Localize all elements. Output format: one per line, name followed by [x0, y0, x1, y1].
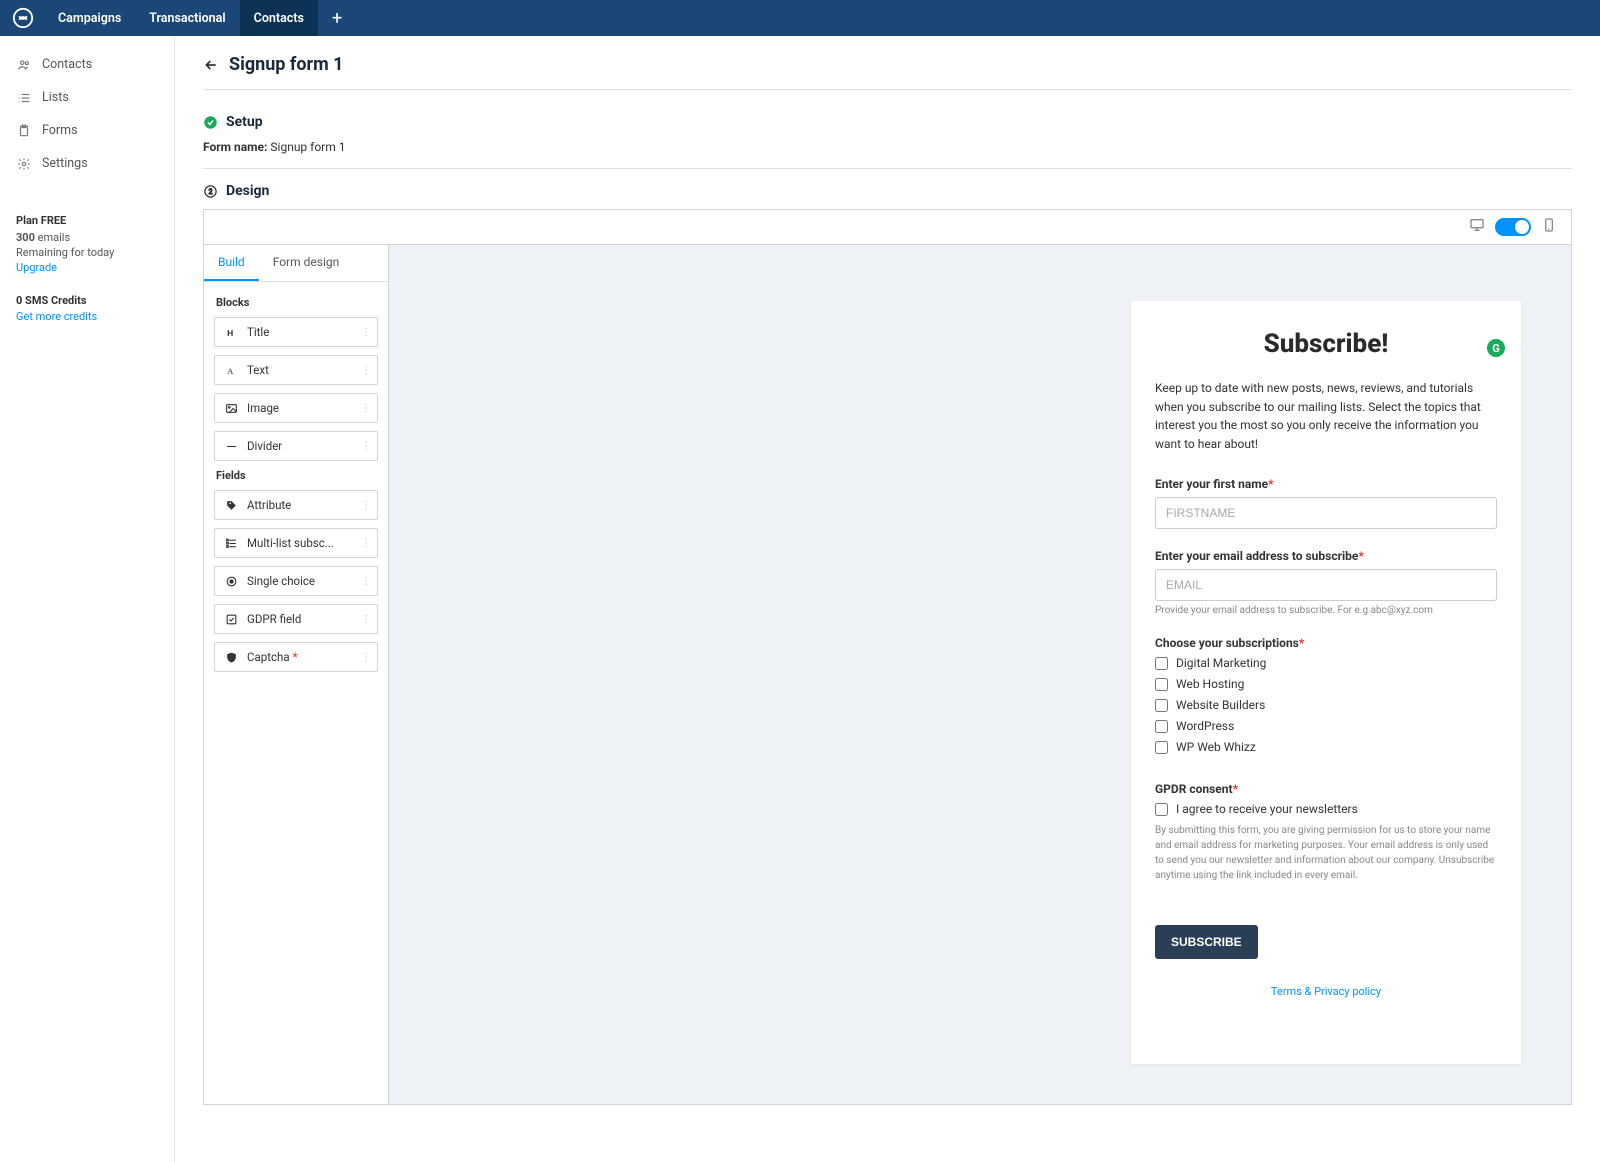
heading-icon: H	[223, 326, 239, 339]
divider-icon	[223, 440, 239, 453]
sidebar-item-label: Lists	[42, 90, 69, 105]
build-panel: Build Form design Blocks H Title⋮ A	[204, 245, 389, 1104]
shield-icon	[223, 651, 239, 664]
text-icon: A	[223, 364, 239, 377]
form-preview: G Subscribe! Keep up to date with new po…	[1131, 301, 1521, 1064]
form-name-label: Form name:	[203, 140, 267, 154]
grammarly-badge-icon: G	[1487, 339, 1505, 357]
upgrade-link[interactable]: Upgrade	[16, 261, 158, 274]
circle-step-icon: 2	[203, 184, 218, 199]
gdpr-fine-print: By submitting this form, you are giving …	[1155, 823, 1497, 883]
drag-handle-icon: ⋮	[361, 403, 371, 414]
gear-icon	[16, 157, 32, 171]
design-heading: Design	[226, 183, 269, 199]
page-title: Signup form 1	[229, 54, 344, 75]
required-star: *	[293, 650, 298, 664]
field-multi-list[interactable]: Multi-list subsc...⋮	[214, 528, 378, 558]
topbar: Campaigns Transactional Contacts +	[0, 0, 1600, 36]
form-intro-text: Keep up to date with new posts, news, re…	[1155, 379, 1497, 453]
drag-handle-icon: ⋮	[361, 365, 371, 376]
block-text[interactable]: A Text⋮	[214, 355, 378, 385]
sidebar-item-forms[interactable]: Forms	[0, 114, 174, 147]
sidebar: Contacts Lists Forms Settings Plan FREE …	[0, 36, 175, 1162]
drag-handle-icon: ⋮	[361, 441, 371, 452]
contacts-icon	[16, 58, 32, 72]
field-attribute[interactable]: Attribute⋮	[214, 490, 378, 520]
firstname-input[interactable]	[1155, 497, 1497, 529]
svg-text:H: H	[227, 328, 233, 338]
drag-handle-icon: ⋮	[361, 652, 371, 663]
block-title[interactable]: H Title⋮	[214, 317, 378, 347]
field-captcha[interactable]: Captcha*⋮	[214, 642, 378, 672]
checkbox-icon	[223, 613, 239, 626]
block-divider[interactable]: Divider⋮	[214, 431, 378, 461]
sidebar-item-lists[interactable]: Lists	[0, 81, 174, 114]
drag-handle-icon: ⋮	[361, 327, 371, 338]
list-check-icon	[223, 537, 239, 550]
sidebar-item-contacts[interactable]: Contacts	[0, 48, 174, 81]
tab-form-design[interactable]: Form design	[259, 245, 354, 281]
drag-handle-icon: ⋮	[361, 576, 371, 587]
drag-handle-icon: ⋮	[361, 500, 371, 511]
subscription-option[interactable]: Website Builders	[1155, 698, 1497, 712]
form-canvas: G Subscribe! Keep up to date with new po…	[389, 245, 1571, 1104]
plan-info: Plan FREE 300 emails Remaining for today…	[0, 200, 174, 284]
gdpr-checkbox[interactable]: I agree to receive your newsletters	[1155, 802, 1497, 816]
gdpr-field-group: GPDR consent* I agree to receive your ne…	[1155, 782, 1497, 883]
svg-text:A: A	[227, 365, 234, 375]
subscription-option[interactable]: WordPress	[1155, 719, 1497, 733]
sms-credits-info: 0 SMS Credits Get more credits	[0, 284, 174, 333]
subscription-option[interactable]: Web Hosting	[1155, 677, 1497, 691]
preview-toolbar	[203, 209, 1572, 245]
app-logo	[10, 5, 36, 31]
nav-campaigns[interactable]: Campaigns	[44, 0, 135, 36]
email-input[interactable]	[1155, 569, 1497, 601]
desktop-icon[interactable]	[1469, 217, 1485, 237]
blocks-heading: Blocks	[216, 296, 376, 309]
subscription-option[interactable]: WP Web Whizz	[1155, 740, 1497, 754]
image-icon	[223, 402, 239, 415]
mobile-icon[interactable]	[1541, 217, 1557, 237]
setup-section: Setup Form name: Signup form 1	[203, 100, 1572, 169]
get-credits-link[interactable]: Get more credits	[16, 310, 158, 323]
add-button[interactable]: +	[318, 0, 356, 36]
form-name-value: Signup form 1	[270, 140, 345, 154]
terms-link[interactable]: Terms & Privacy policy	[1155, 985, 1497, 998]
back-button[interactable]	[203, 57, 219, 73]
sidebar-item-label: Settings	[42, 156, 88, 171]
field-gdpr[interactable]: GDPR field⋮	[214, 604, 378, 634]
forms-icon	[16, 124, 32, 138]
setup-heading: Setup	[226, 114, 263, 130]
firstname-field-group: Enter your first name*	[1155, 477, 1497, 529]
subscriptions-field-group: Choose your subscriptions* Digital Marke…	[1155, 636, 1497, 754]
radio-icon	[223, 575, 239, 588]
field-single-choice[interactable]: Single choice⋮	[214, 566, 378, 596]
email-help-text: Provide your email address to subscribe.…	[1155, 605, 1497, 616]
drag-handle-icon: ⋮	[361, 614, 371, 625]
drag-handle-icon: ⋮	[361, 538, 371, 549]
sidebar-item-label: Contacts	[42, 57, 92, 72]
nav-transactional[interactable]: Transactional	[135, 0, 239, 36]
svg-text:2: 2	[209, 188, 213, 196]
subscription-option[interactable]: Digital Marketing	[1155, 656, 1497, 670]
block-image[interactable]: Image⋮	[214, 393, 378, 423]
subscribe-button[interactable]: SUBSCRIBE	[1155, 925, 1258, 959]
tab-build[interactable]: Build	[204, 245, 259, 281]
fields-heading: Fields	[216, 469, 376, 482]
tag-icon	[223, 499, 239, 512]
form-title: Subscribe!	[1155, 329, 1497, 359]
check-circle-icon	[203, 115, 218, 130]
email-field-group: Enter your email address to subscribe* P…	[1155, 549, 1497, 616]
main-content: Signup form 1 Setup Form name: Signup fo…	[175, 36, 1600, 1162]
lists-icon	[16, 91, 32, 105]
sidebar-item-settings[interactable]: Settings	[0, 147, 174, 180]
page-header: Signup form 1	[203, 54, 1572, 90]
device-toggle[interactable]	[1495, 218, 1531, 236]
nav-contacts[interactable]: Contacts	[240, 0, 318, 36]
sidebar-item-label: Forms	[42, 123, 78, 138]
design-section: 2 Design Build Form design	[203, 169, 1572, 1119]
